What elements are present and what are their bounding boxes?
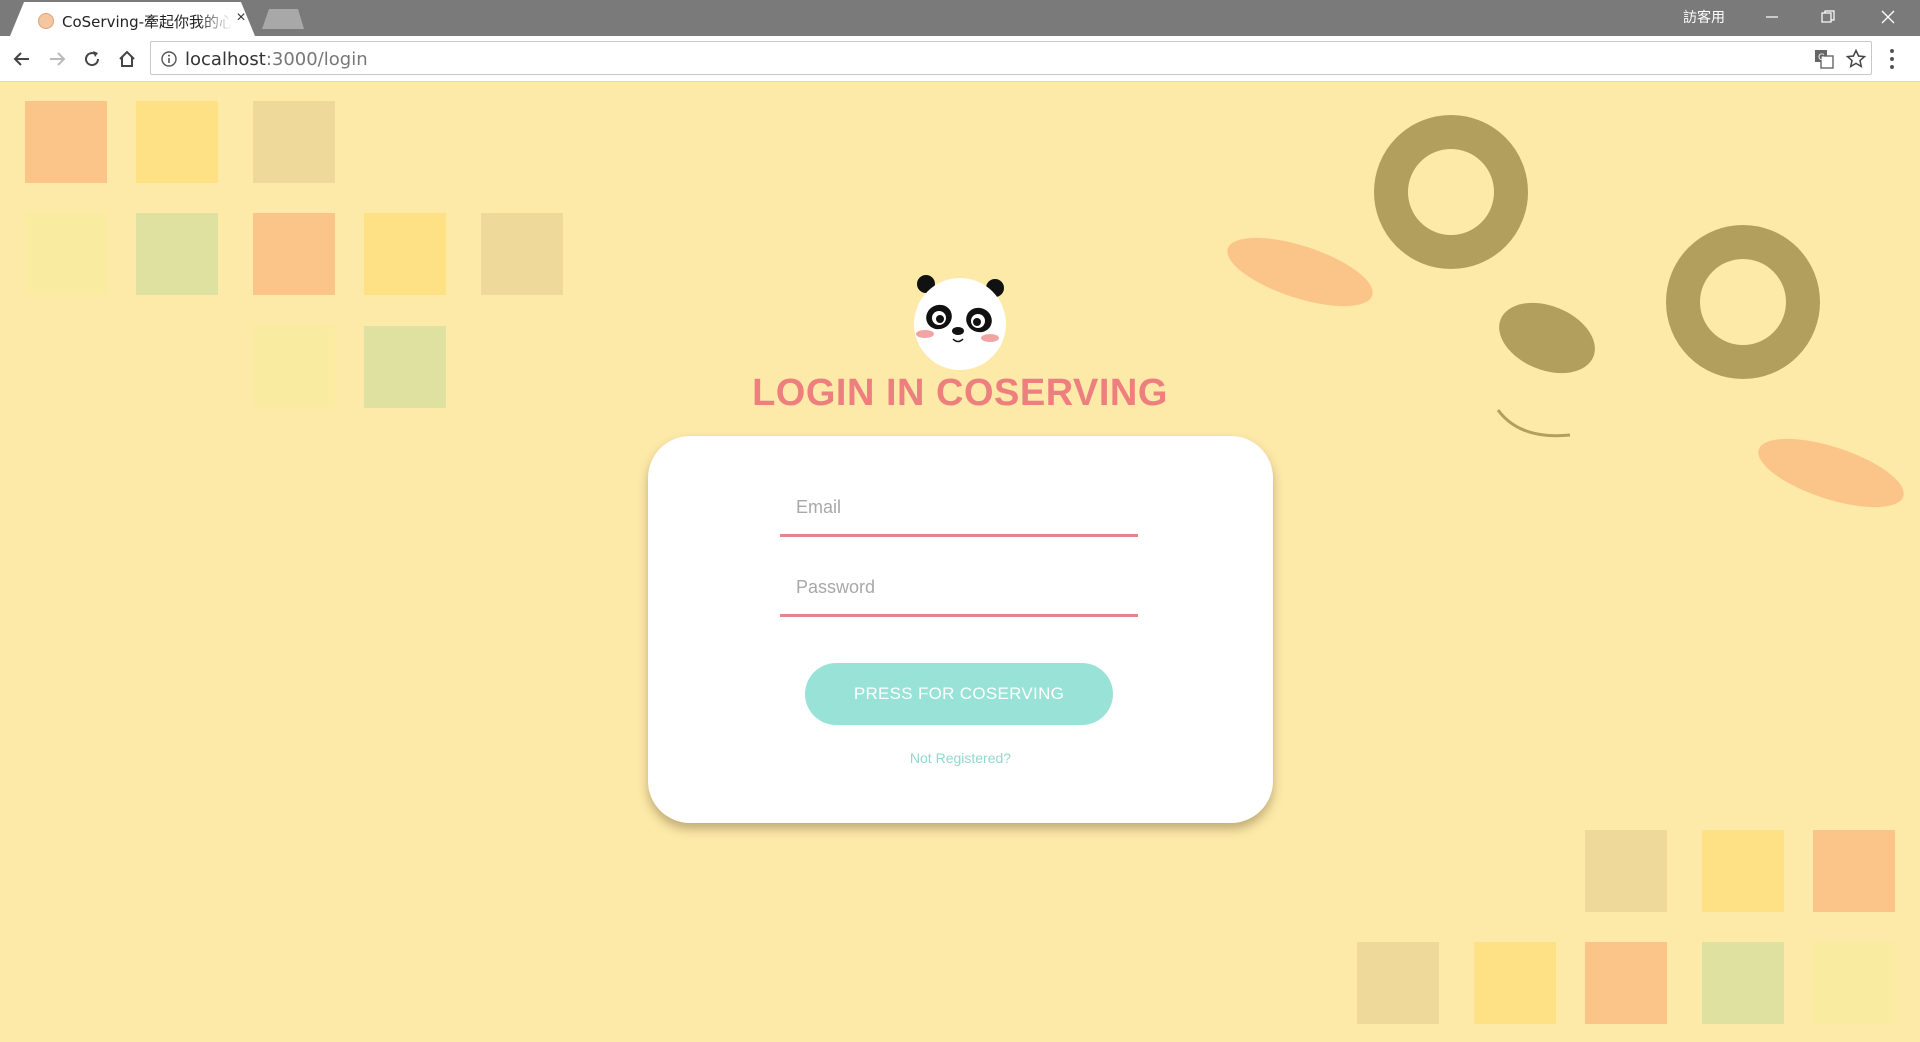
decor-petal <box>1758 438 1904 508</box>
decor-square <box>1813 830 1895 912</box>
email-field[interactable] <box>780 481 1138 537</box>
login-button[interactable]: PRESS FOR COSERVING <box>805 663 1113 725</box>
url-path: :3000/login <box>265 49 368 70</box>
decor-square <box>253 101 335 183</box>
decor-square <box>1702 830 1784 912</box>
back-arrow-icon[interactable] <box>8 45 36 73</box>
decor-square <box>253 213 335 295</box>
reload-icon[interactable] <box>78 45 106 73</box>
svg-text:G: G <box>1818 53 1825 63</box>
decor-ring <box>1666 225 1820 379</box>
star-icon[interactable] <box>1846 49 1866 69</box>
decor-square <box>136 213 218 295</box>
register-link[interactable]: Not Registered? <box>648 750 1273 766</box>
decor-square <box>1585 830 1667 912</box>
favicon-icon <box>38 13 54 29</box>
decor-square <box>1702 942 1784 1024</box>
info-icon[interactable] <box>161 51 177 67</box>
close-icon[interactable]: × <box>232 9 250 27</box>
tab-title: CoServing-牽起你我的心 <box>62 13 232 31</box>
maximize-icon[interactable] <box>1800 0 1856 34</box>
new-tab-icon[interactable] <box>262 9 304 29</box>
translate-icon[interactable]: G <box>1814 49 1834 69</box>
browser-titlebar: CoServing-牽起你我的心 × 訪客用 <box>0 0 1920 36</box>
decor-square <box>364 213 446 295</box>
forward-arrow-icon[interactable] <box>43 45 71 73</box>
url-host: localhost <box>185 49 266 70</box>
decor-square <box>481 213 563 295</box>
decor-square <box>25 213 107 295</box>
decor-petal <box>1227 237 1373 307</box>
decor-square <box>1585 942 1667 1024</box>
minimize-icon[interactable] <box>1744 0 1800 34</box>
home-icon[interactable] <box>113 45 141 73</box>
decor-square <box>136 101 218 183</box>
browser-tab[interactable]: CoServing-牽起你我的心 × <box>10 2 255 36</box>
url-text[interactable]: localhost:3000/login <box>185 49 368 70</box>
decor-square <box>1474 942 1556 1024</box>
decor-square <box>1357 942 1439 1024</box>
menu-icon[interactable] <box>1888 48 1896 70</box>
profile-label[interactable]: 訪客用 <box>1683 7 1725 27</box>
decor-panda-face <box>1227 115 1904 508</box>
decor-square <box>25 101 107 183</box>
login-page: LOGIN IN COSERVING PRESS FOR COSERVING N… <box>0 82 1920 1042</box>
login-card: PRESS FOR COSERVING Not Registered? <box>648 436 1273 823</box>
page-title: LOGIN IN COSERVING <box>752 372 1168 414</box>
panda-logo <box>914 275 1006 370</box>
decor-square <box>1813 942 1895 1024</box>
close-window-icon[interactable] <box>1860 0 1916 34</box>
browser-toolbar: localhost:3000/login G <box>0 36 1920 82</box>
address-bar[interactable]: localhost:3000/login G <box>150 41 1872 75</box>
decor-ring <box>1374 115 1528 269</box>
password-field[interactable] <box>780 561 1138 617</box>
